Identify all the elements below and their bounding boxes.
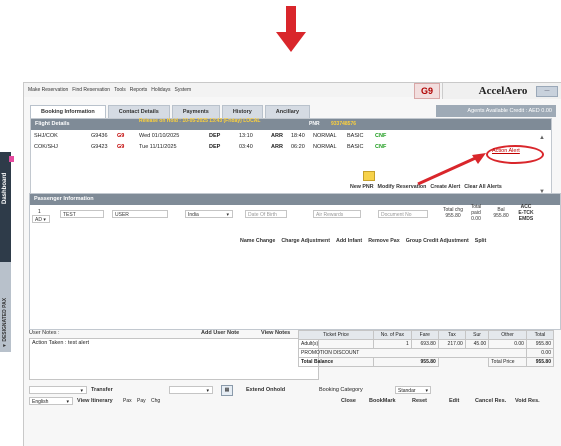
agent-credit: Agents Available Credit : AED 0.00 — [436, 105, 556, 117]
calendar-icon[interactable]: ▦ — [221, 385, 233, 396]
flight-row[interactable]: SHJ/COK G9436 G9 Wed 01/10/2025 DEP 13:1… — [31, 131, 551, 141]
tab-payments[interactable]: Payments — [171, 105, 220, 118]
group-credit-adjustment-button[interactable]: Group Credit Adjustment — [406, 237, 469, 246]
itinerary-option-pay[interactable]: Pay — [137, 398, 146, 404]
flight-action-buttons: New PNR Modify Reservation Create Alert … — [350, 183, 555, 192]
red-down-arrow-icon — [276, 6, 306, 52]
tab-ancillary[interactable]: Ancillary — [264, 105, 311, 118]
designated-pax-tab[interactable]: ▼ DESIGNATED PAX — [0, 262, 11, 352]
user-notes-label: User Notes : — [29, 330, 60, 336]
acc-etkt-emds[interactable]: ACC E-TCK EMDS — [516, 204, 536, 222]
fare-header-row: Ticket Price No. of Pax Fare Tax Sur Oth… — [298, 330, 555, 340]
charge-adjustment-button[interactable]: Charge Adjustment — [281, 237, 330, 246]
new-pnr-button[interactable]: New PNR — [350, 183, 374, 192]
scroll-up-icon[interactable]: ▲ — [539, 135, 545, 141]
transfer-option-select[interactable]: ▾ — [169, 386, 213, 394]
itinerary-option-chg[interactable]: Chg — [151, 398, 160, 404]
passenger-actions: Name Change Charge Adjustment Add Infant… — [240, 237, 486, 246]
menu-bar: Make Reservation Find Reservation Tools … — [24, 83, 561, 99]
passenger-row: 1 AD ▾ TEST USER India ▾ Date Of Birth Ai… — [30, 204, 560, 228]
reset-button[interactable]: Reset — [412, 398, 427, 404]
cancel-reservation-button[interactable]: Cancel Res. — [475, 398, 506, 404]
dob-field[interactable]: Date Of Birth — [245, 210, 287, 218]
window-minimize-button[interactable]: — — [536, 86, 558, 97]
first-name-field[interactable]: TEST — [60, 210, 104, 218]
pnr-label: PNR — [309, 121, 320, 127]
modify-reservation-button[interactable]: Modify Reservation — [378, 183, 427, 192]
total-row: Total Balance 955.80 Total Price 955.80 — [298, 357, 555, 367]
transfer-select[interactable]: ▾ — [29, 386, 87, 394]
user-notes-textarea[interactable]: Action Taken : test alert — [29, 338, 319, 380]
passenger-panel: Passenger Information 1 AD ▾ TEST USER I… — [29, 193, 561, 330]
menu-holidays[interactable]: Holidays — [151, 87, 170, 93]
flight-details-header: Flight Details Release on Hold : 10-05-2… — [31, 118, 551, 130]
total-paid: Total paid 0.00 — [470, 204, 482, 222]
tab-history[interactable]: History — [221, 105, 263, 118]
balance: Bal 955.80 — [493, 207, 509, 219]
bottom-controls: ▾ Transfer ▾ ▦ Extend Onhold Booking Cat… — [29, 385, 561, 416]
booking-category-select[interactable]: Standar ▾ — [395, 386, 431, 394]
chevron-down-icon: ▾ — [41, 217, 46, 223]
itinerary-option-pax[interactable]: Pax — [123, 398, 132, 404]
clear-all-alerts-button[interactable]: Clear All Alerts — [464, 183, 502, 192]
language-select[interactable]: English ▾ — [29, 397, 73, 405]
release-on-hold-text: Release on Hold : 10-05-2025 13:43 (Frid… — [139, 118, 261, 124]
menu-reports[interactable]: Reports — [130, 87, 148, 93]
document-no-field[interactable]: Document No — [378, 210, 428, 218]
chevron-down-icon: ▾ — [226, 212, 229, 218]
split-button[interactable]: Split — [475, 237, 486, 246]
pnr-value: 933748576 — [331, 121, 357, 127]
add-infant-button[interactable]: Add Infant — [336, 237, 362, 246]
chevron-down-icon: ▾ — [206, 388, 209, 394]
fare-summary: Ticket Price No. of Pax Fare Tax Sur Oth… — [298, 330, 555, 380]
void-reservation-button[interactable]: Void Res. — [515, 398, 540, 404]
chevron-down-icon: ▾ — [80, 388, 83, 394]
tab-bar: Booking Information Contact Details Paym… — [30, 105, 561, 118]
remove-pax-button[interactable]: Remove Pax — [368, 237, 400, 246]
pax-type-select[interactable]: AD ▾ — [32, 215, 50, 223]
menu-tools[interactable]: Tools — [114, 87, 126, 93]
table-row: Adult(s) 1 693.80 217.00 45.00 0.00 955.… — [298, 339, 555, 349]
booking-category-label: Booking Category — [319, 387, 363, 393]
transfer-button[interactable]: Transfer — [91, 387, 113, 393]
airline-code-badge: G9 — [414, 83, 440, 99]
menu-system[interactable]: System — [174, 87, 191, 93]
action-alert-link[interactable]: Action Alert — [492, 148, 520, 154]
chevron-down-icon: ▾ — [425, 388, 428, 394]
fare-table: Ticket Price No. of Pax Fare Tax Sur Oth… — [298, 330, 555, 367]
view-notes-button[interactable]: View Notes — [261, 330, 290, 336]
alert-flag-icon[interactable] — [363, 171, 375, 181]
air-rewards-field[interactable]: Air Rewards — [313, 210, 361, 218]
edit-button[interactable]: Edit — [449, 398, 459, 404]
table-row: PROMOTION DISCOUNT 0.00 — [298, 348, 555, 358]
close-button[interactable]: Close — [341, 398, 356, 404]
menu-find-reservation[interactable]: Find Reservation — [72, 87, 110, 93]
view-itinerary-button[interactable]: View Itinerary — [77, 398, 113, 404]
total-charge: Total chg 955.80 — [442, 207, 463, 219]
tab-booking-information[interactable]: Booking Information — [30, 105, 106, 118]
user-notes-section: User Notes : Add User Note View Notes Ac… — [29, 330, 319, 382]
dashboard-handle[interactable] — [9, 156, 14, 162]
chevron-down-icon: ▾ — [66, 399, 69, 405]
last-name-field[interactable]: USER — [112, 210, 168, 218]
name-change-button[interactable]: Name Change — [240, 237, 275, 246]
tab-contact-details[interactable]: Contact Details — [107, 105, 170, 118]
bookmark-button[interactable]: BookMark — [369, 398, 396, 404]
menu-make-reservation[interactable]: Make Reservation — [28, 87, 68, 93]
add-user-note-button[interactable]: Add User Note — [201, 330, 239, 336]
create-alert-button[interactable]: Create Alert — [430, 183, 460, 192]
extend-onhold-button[interactable]: Extend Onhold — [246, 387, 285, 393]
nationality-select[interactable]: India ▾ — [185, 210, 233, 218]
